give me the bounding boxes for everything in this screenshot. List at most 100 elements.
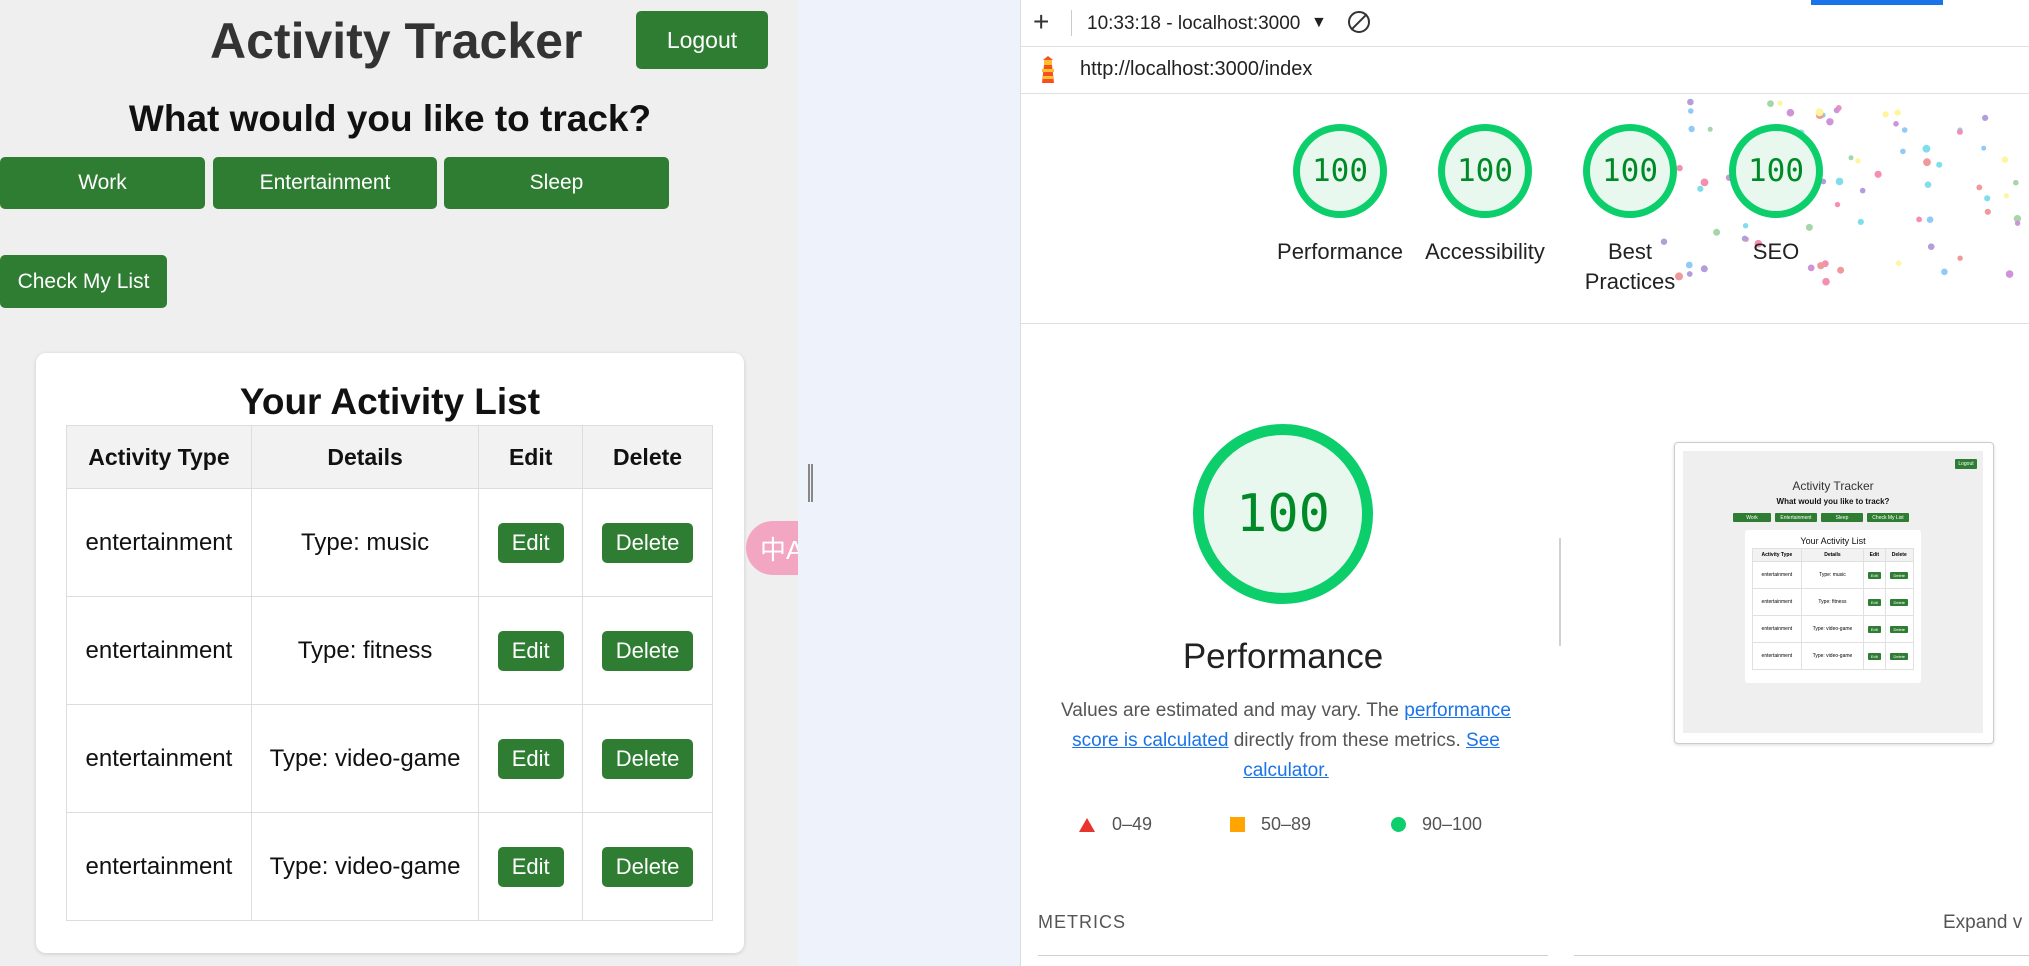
confetti-dot [1982,114,1989,121]
sleep-button[interactable]: Sleep [444,157,669,209]
confetti-dot [1742,223,1749,229]
thumb-edit-button: Edit [1867,652,1881,660]
legend-pass-label: 90–100 [1422,814,1483,834]
translate-icon[interactable]: 中A [746,521,798,575]
lighthouse-report: + 10:33:18 - localhost:3000 ▼ http://loc… [1020,0,2029,966]
confetti-dot [1916,216,1922,223]
delete-cell: Delete [582,596,713,705]
delete-cell: Delete [582,488,713,597]
edit-button[interactable]: Edit [497,738,564,779]
delete-button[interactable]: Delete [601,738,694,779]
thumb-logout-button: Logout [1955,459,1977,469]
thumb-cell: Delete [1884,561,1915,589]
thumb-list-title: Your Activity List [1800,536,1866,546]
work-button[interactable]: Work [0,157,205,209]
confetti-dot [1957,255,1963,261]
confetti-dot [1815,108,1824,117]
confetti-dot [2005,270,2014,278]
confetti-dot [1956,128,1963,135]
thumb-col-header: Activity Type [1752,548,1802,562]
delete-button[interactable]: Delete [601,522,694,563]
gauge-performance[interactable]: 100 [1293,124,1387,218]
logout-button[interactable]: Logout [636,11,768,69]
confetti-dot [1700,178,1709,187]
report-selector[interactable]: 10:33:18 - localhost:3000 [1087,13,1300,35]
confetti-dot [1927,243,1935,250]
confetti-dot [1924,181,1932,188]
confetti-dot [1926,216,1934,223]
confetti-dot [1901,127,1908,133]
confetti-dot [1835,177,1844,186]
confetti-dot [1941,268,1948,276]
edit-cell: Edit [478,596,584,705]
confetti-dot [1882,111,1889,118]
block-icon[interactable] [1348,11,1370,33]
thumb-cell: entertainment [1752,561,1802,589]
confetti-dot [1976,184,1983,191]
report-url: http://localhost:3000/index [1080,58,1313,80]
perf-desc-text: Values are estimated and may vary. The [1061,700,1405,721]
delete-cell: Delete [582,704,713,813]
expand-view-toggle[interactable]: Expand v [1943,912,2022,934]
edit-button[interactable]: Edit [497,846,564,887]
legend-average-label: 50–89 [1261,814,1312,834]
thumb-edit-button: Edit [1867,625,1881,633]
gauge-label-seo: SEO [1752,239,1800,264]
gauge-seo[interactable]: 100 [1729,124,1823,218]
circle-icon [1391,817,1406,832]
confetti-dot [1848,155,1854,161]
confetti-dot [1895,260,1902,266]
details-cell: Type: video-game [250,704,480,813]
thumb-cell: Delete [1884,615,1915,643]
entertainment-button[interactable]: Entertainment [213,157,437,209]
confetti-dot [1833,107,1840,114]
delete-cell: Delete [582,812,713,921]
activity-list-title: Your Activity List [239,381,541,422]
caret-down-icon[interactable]: ▼ [1311,14,1327,32]
confetti-dot [1984,195,1991,202]
plus-icon[interactable]: + [1033,8,1049,36]
thumb-cell: entertainment [1752,615,1802,643]
confetti-dot [1687,98,1694,106]
confetti-dot [2014,220,2021,226]
delete-button[interactable]: Delete [601,630,694,671]
delete-button[interactable]: Delete [601,846,694,887]
confetti-dot [1697,185,1704,192]
confetti-dot [1676,164,1683,172]
active-tab-indicator [1811,0,1943,5]
legend-fail-label: 0–49 [1112,814,1153,834]
confetti-dot [1894,109,1901,116]
edit-button[interactable]: Edit [497,630,564,671]
gauge-best-practices[interactable]: 100 [1583,124,1677,218]
table-row: entertainment Type: video-game Edit Dele… [66,704,713,813]
gauge-accessibility[interactable]: 100 [1438,124,1532,218]
confetti-dot [1837,266,1845,274]
activity-type-cell: entertainment [66,812,252,921]
performance-title: Performance [1182,637,1384,676]
col-header-activity-type: Activity Type [66,425,252,489]
metrics-rule [1038,955,1548,956]
thumb-cell: entertainment [1752,588,1802,616]
details-cell: Type: music [250,488,480,597]
check-my-list-button[interactable]: Check My List [0,255,167,308]
activity-table: Activity Type Details Edit Delete entert… [66,425,713,921]
confetti-dot [1893,121,1899,127]
thumb-question: What would you like to track? [1776,497,1890,506]
report-toolbar: + 10:33:18 - localhost:3000 ▼ [1021,0,2029,47]
app-title: Activity Tracker [210,13,583,69]
final-screenshot-thumbnail[interactable]: Logout Activity Tracker What would you l… [1674,442,1994,744]
thumb-edit-button: Edit [1867,598,1881,606]
splitter-handle-icon[interactable] [808,464,813,502]
confetti-dot [1923,158,1931,167]
details-cell: Type: fitness [250,596,480,705]
thumb-cell: Type: video-game [1800,615,1865,643]
confetti-dot [1826,118,1834,126]
confetti-dot [2001,156,2009,163]
thumb-delete-button: Delete [1890,625,1909,633]
legend-pass: 90–100 [1391,814,1482,835]
thumbnail-page: Logout Activity Tracker What would you l… [1683,451,1983,733]
edit-button[interactable]: Edit [497,522,564,563]
square-icon [1230,817,1245,832]
thumb-row: entertainment Type: music Edit Delete [1752,561,1915,589]
confetti-dot [1767,100,1774,107]
